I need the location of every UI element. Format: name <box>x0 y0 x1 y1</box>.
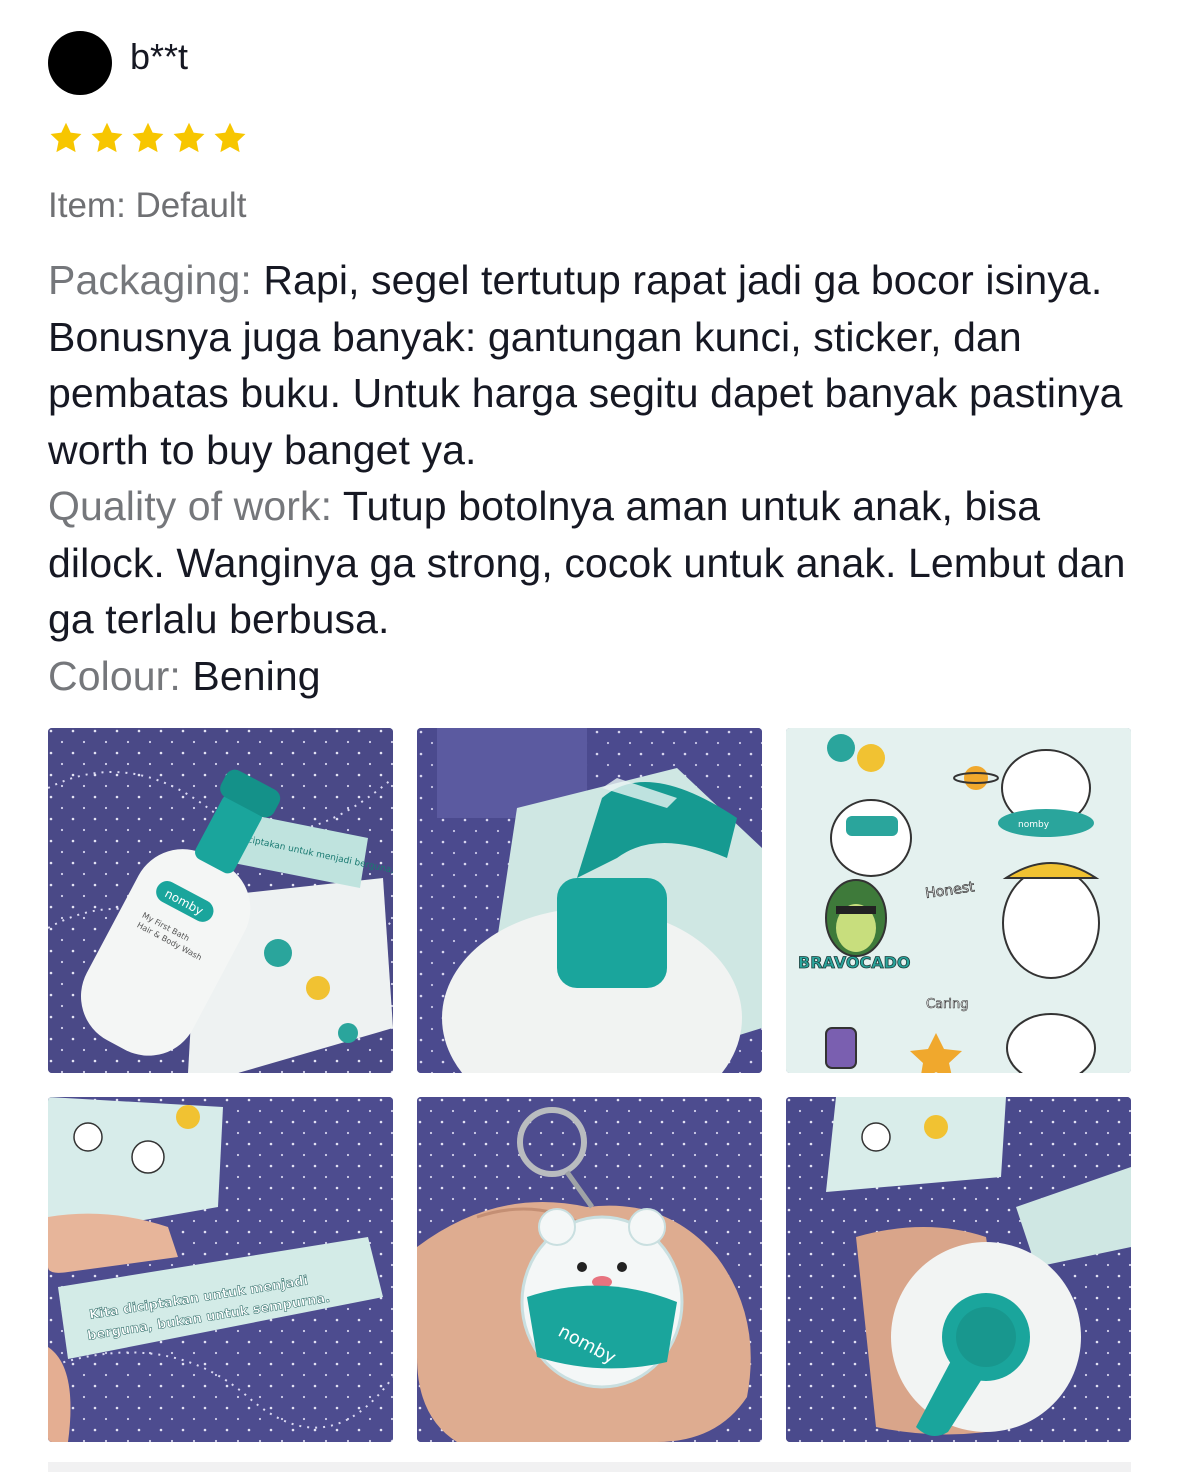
sticker-bravocado: BRAVOCADO <box>798 953 911 972</box>
photo-bookmark: Kita diciptakan untuk menjadi berguna, b… <box>48 1097 393 1442</box>
review-photo-3[interactable]: nomby Honest BRAVOCADO Caring <box>786 728 1131 1073</box>
star-icon <box>212 120 248 156</box>
avatar[interactable] <box>48 31 112 95</box>
packaging-paragraph: Packaging: Rapi, segel tertutup rapat ja… <box>48 252 1131 478</box>
review-photo-1[interactable]: Diciptakan untuk menjadi berguna, bukan … <box>48 728 393 1073</box>
rating-stars <box>48 118 1131 158</box>
photo-gallery: Diciptakan untuk menjadi berguna, bukan … <box>48 728 1131 1442</box>
item-variant: Item: Default <box>48 186 247 225</box>
photo-keychain: nomby <box>417 1097 762 1442</box>
review-photo-4[interactable]: Kita diciptakan untuk menjadi berguna, b… <box>48 1097 393 1442</box>
star-icon <box>171 120 207 156</box>
colour-text: Bening <box>180 652 321 699</box>
photo-pump-cap <box>417 728 762 1073</box>
colour-label: Colour: <box>48 652 181 699</box>
review-photo-5[interactable]: nomby <box>417 1097 762 1442</box>
photo-bottle-top <box>786 1097 1131 1442</box>
quality-label: Quality of work: <box>48 483 333 529</box>
packaging-label: Packaging: <box>48 257 252 303</box>
sticker-caring: Caring <box>926 997 969 1012</box>
star-icon <box>130 120 166 156</box>
review-card: b**t Item: Default Packaging: Rapi, sege… <box>48 28 1131 704</box>
review-photo-6[interactable] <box>786 1097 1131 1442</box>
review-photo-2[interactable] <box>417 728 762 1073</box>
sticker-brand: nomby <box>1018 820 1050 830</box>
review-header: b**t <box>48 28 1131 98</box>
quality-paragraph: Quality of work: Tutup botolnya aman unt… <box>48 478 1131 648</box>
bottom-divider <box>48 1462 1131 1472</box>
colour-paragraph: Colour: Bening <box>48 648 1131 705</box>
username[interactable]: b**t <box>130 39 188 75</box>
star-icon <box>89 120 125 156</box>
photo-sticker-sheet: nomby Honest BRAVOCADO Caring <box>786 728 1131 1073</box>
review-text: Packaging: Rapi, segel tertutup rapat ja… <box>48 252 1131 704</box>
photo-bottle-stickers: Diciptakan untuk menjadi berguna, bukan … <box>48 728 393 1073</box>
star-icon <box>48 120 84 156</box>
